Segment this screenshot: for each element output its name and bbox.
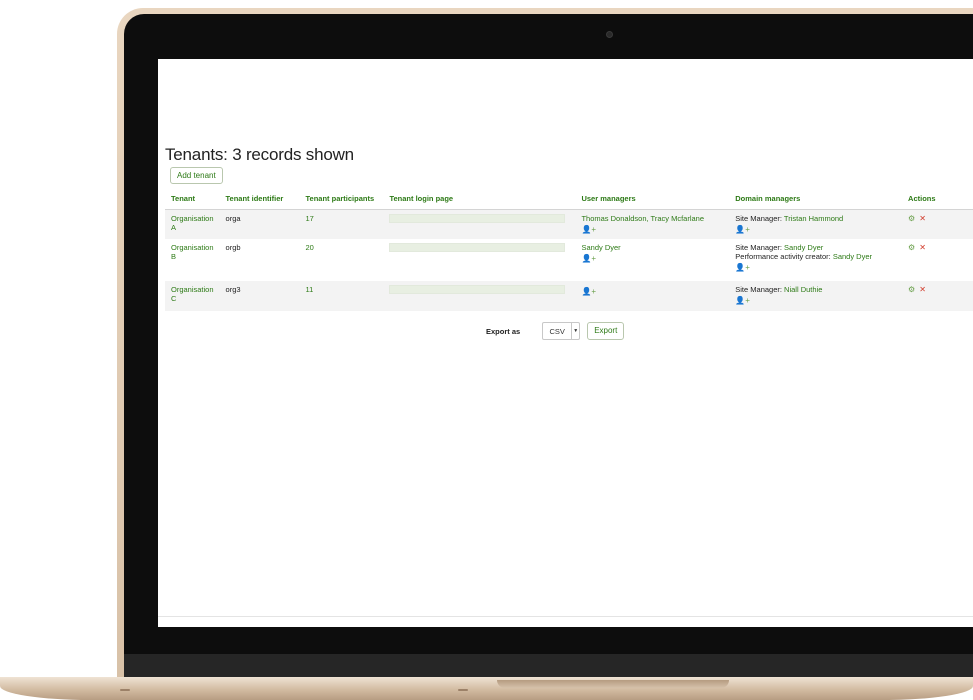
table-row: Organisation B orgb 20 Sandy Dyer 👤+ Sit… [165, 239, 973, 281]
login-page-url-redacted [389, 243, 566, 252]
tenant-link[interactable]: Organisation B [171, 243, 214, 261]
assign-user-icon[interactable]: 👤+ [735, 225, 750, 234]
domain-manager-link[interactable]: Tristan Hammond [784, 214, 843, 223]
column-header-tenant[interactable]: Tenant [165, 188, 220, 210]
export-button[interactable]: Export [587, 322, 625, 340]
login-page-url-redacted [389, 285, 566, 294]
settings-icon[interactable]: ⚙ [908, 214, 915, 223]
export-row: Export as CSV ▼ Export [486, 321, 625, 341]
settings-icon[interactable]: ⚙ [908, 285, 915, 294]
domain-manager-link[interactable]: Sandy Dyer [833, 252, 872, 261]
page-title: Tenants: 3 records shown [165, 145, 354, 164]
domain-role-label: Site Manager: [735, 243, 785, 252]
column-header-participants[interactable]: Tenant participants [299, 188, 384, 210]
column-header-actions: Actions [902, 188, 973, 210]
export-label: Export as [486, 326, 521, 336]
assign-user-icon[interactable]: 👤+ [581, 287, 596, 296]
delete-icon[interactable]: ✕ [919, 214, 926, 223]
export-format-value: CSV [549, 326, 565, 336]
participants-link[interactable]: 11 [306, 285, 314, 294]
tenants-table: Tenant Tenant identifier Tenant particip… [165, 188, 973, 311]
table-row: Organisation A orga 17 Thomas Donaldson,… [165, 209, 973, 239]
domain-manager-link[interactable]: Sandy Dyer [784, 243, 823, 252]
table-header-row: Tenant Tenant identifier Tenant particip… [165, 188, 973, 210]
export-format-select[interactable]: CSV ▼ [542, 322, 581, 340]
login-page-url-redacted [389, 213, 566, 223]
participants-link[interactable]: 20 [306, 243, 314, 252]
table-row: Organisation C org3 11 👤+ Site Manager: … [165, 281, 973, 311]
delete-icon[interactable]: ✕ [919, 285, 926, 294]
screen: Tenants: 3 records shown Add tenant Tena… [158, 59, 973, 627]
assign-user-icon[interactable]: 👤+ [735, 263, 750, 272]
participants-link[interactable]: 17 [306, 214, 314, 223]
tenant-identifier: orgb [219, 239, 300, 281]
user-managers-list[interactable]: Thomas Donaldson, Tracy Mcfarlane [581, 214, 704, 223]
laptop-foot-right [458, 689, 468, 691]
column-header-identifier[interactable]: Tenant identifier [219, 188, 300, 210]
assign-user-icon[interactable]: 👤+ [581, 225, 596, 234]
settings-icon[interactable]: ⚙ [908, 243, 915, 252]
delete-icon[interactable]: ✕ [919, 243, 926, 252]
domain-role-label: Performance activity creator: [735, 252, 833, 261]
tenant-identifier: orga [219, 209, 300, 239]
laptop-bezel-bottom [124, 654, 973, 678]
column-header-login-page[interactable]: Tenant login page [383, 188, 576, 210]
assign-user-icon[interactable]: 👤+ [735, 296, 750, 305]
tenant-link[interactable]: Organisation A [171, 214, 214, 232]
chevron-down-icon: ▼ [571, 323, 579, 339]
domain-role-label: Site Manager: [735, 213, 784, 223]
column-header-domain-managers[interactable]: Domain managers [729, 188, 903, 210]
laptop-opening-notch [497, 680, 729, 688]
screen-footer-divider [158, 616, 973, 617]
webcam-icon [606, 31, 613, 38]
user-managers-list[interactable]: Sandy Dyer [581, 243, 620, 252]
tenant-identifier: org3 [219, 281, 300, 311]
laptop-base [0, 677, 973, 700]
domain-role-label: Site Manager: [735, 285, 785, 294]
assign-user-icon[interactable]: 👤+ [581, 254, 596, 263]
tenant-link[interactable]: Organisation C [171, 285, 214, 303]
column-header-user-managers[interactable]: User managers [575, 188, 730, 210]
domain-manager-link[interactable]: Niall Duthie [784, 285, 822, 294]
laptop-foot-left [120, 689, 130, 691]
add-tenant-button[interactable]: Add tenant [170, 167, 223, 184]
